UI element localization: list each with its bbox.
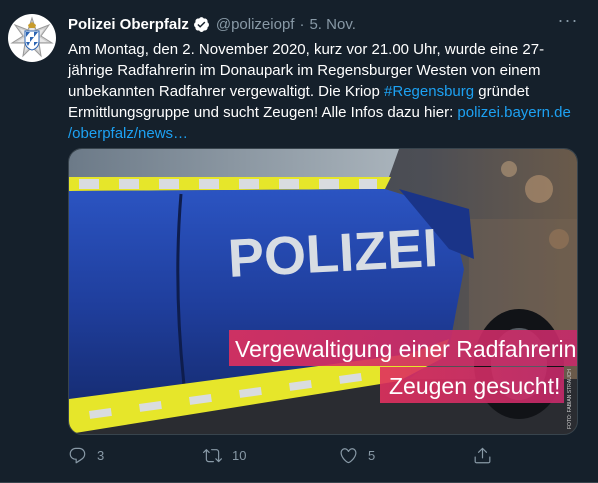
external-link[interactable]: polizei.bayern.de: [457, 104, 570, 121]
like-count: 5: [368, 447, 376, 463]
tweet-header: Polizei Oberpfalz @polizeiopf · 5. Nov.: [68, 13, 578, 35]
external-link-cont[interactable]: /oberpfalz/news…: [68, 125, 188, 142]
police-car-photo: POLIZEI Vergewaltigung einer Radfahrerin…: [69, 149, 577, 434]
tweet-date[interactable]: 5. Nov.: [309, 16, 355, 33]
author-handle[interactable]: @polizeiopf: [216, 16, 295, 33]
avatar[interactable]: [8, 14, 56, 62]
reply-button[interactable]: 3: [68, 446, 104, 465]
external-link-line1: polizei.bayern.de: [457, 104, 571, 121]
tweet-media-image[interactable]: POLIZEI Vergewaltigung einer Radfahrerin…: [68, 148, 578, 435]
car-lettering: POLIZEI: [226, 218, 439, 289]
like-button[interactable]: 5: [339, 446, 375, 465]
overlay-headline: Vergewaltigung einer Radfahrerin: [235, 336, 576, 362]
hashtag-link[interactable]: #Regensburg: [384, 83, 474, 100]
share-icon: [474, 447, 491, 463]
action-bar: 3 10 5: [68, 444, 498, 466]
share-button[interactable]: [473, 446, 492, 465]
retweet-count: 10: [232, 447, 247, 463]
retweet-icon: [203, 448, 222, 462]
like-icon: [340, 447, 357, 463]
photo-credit: FOTO: FABIAN STRAUCH: [567, 369, 573, 429]
reply-icon: [69, 447, 86, 463]
overlay-subline: Zeugen gesucht!: [389, 373, 560, 399]
tweet[interactable]: Polizei Oberpfalz @polizeiopf · 5. Nov. …: [0, 0, 598, 483]
tweet-text: Am Montag, den 2. November 2020, kurz vo…: [68, 39, 578, 144]
police-star-avatar-icon: [10, 16, 54, 58]
more-icon[interactable]: ···: [556, 11, 580, 33]
author-name[interactable]: Polizei Oberpfalz: [68, 16, 189, 33]
reply-count: 3: [97, 447, 105, 463]
retweet-button[interactable]: 10: [203, 446, 246, 465]
verified-icon: [193, 16, 209, 32]
separator-dot: ·: [299, 15, 305, 33]
